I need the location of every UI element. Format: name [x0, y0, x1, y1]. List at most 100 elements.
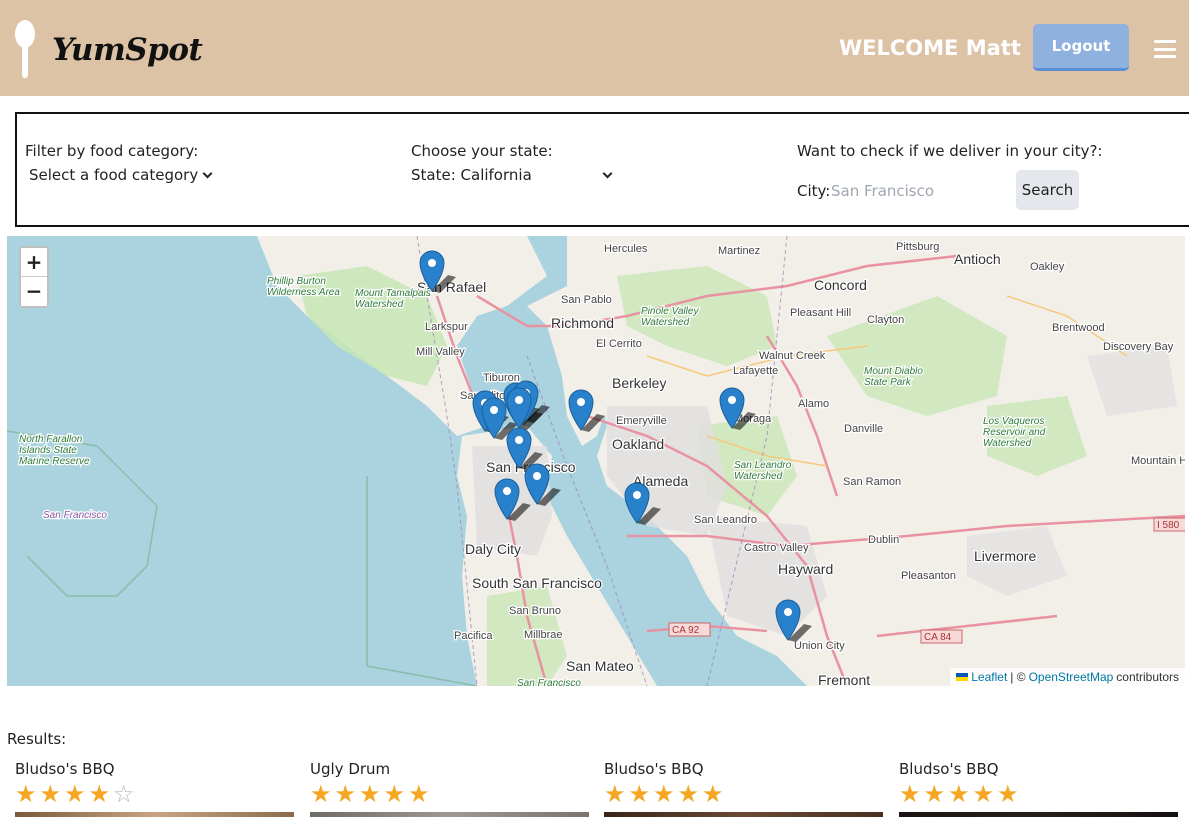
- result-card-title[interactable]: Ugly Drum: [310, 760, 589, 778]
- map-place-label: San Bruno: [509, 605, 561, 617]
- map-tiles[interactable]: San RafaelHercules Martinez PittsburgAntio…: [7, 236, 1185, 686]
- map-place-label: Discovery Bay: [1103, 341, 1174, 353]
- map-place-label: Tiburon: [483, 372, 520, 384]
- map-place-label: Brentwood: [1052, 322, 1105, 334]
- map-place-label: Pleasant Hill: [790, 307, 851, 319]
- map-place-label: San Leandro: [694, 514, 757, 526]
- result-card-image[interactable]: [15, 812, 294, 817]
- map-place-label: San Mateo: [566, 658, 634, 674]
- star-rating: ★ ★ ★ ★ ☆: [15, 782, 294, 806]
- zoom-control: + −: [19, 246, 49, 308]
- map-place-label: Richmond: [551, 315, 614, 331]
- star-filled-icon: ★: [948, 780, 970, 808]
- map-place-label: Mill Valley: [416, 346, 465, 358]
- map-place-label: San Ramon: [843, 476, 901, 488]
- map-place-label: Dublin: [868, 534, 899, 546]
- map-place-label: San Francisco: [43, 510, 107, 521]
- result-card[interactable]: Ugly Drum ★ ★ ★ ★ ★: [310, 760, 589, 817]
- map-place-label: Mountain House: [1131, 455, 1185, 467]
- star-filled-icon: ★: [359, 780, 381, 808]
- attribution-separator: | ©: [1010, 670, 1026, 684]
- map-place-label: Pacifica: [454, 630, 493, 642]
- result-card[interactable]: Bludso's BBQ ★ ★ ★ ★ ★: [899, 760, 1178, 817]
- result-card-image[interactable]: [604, 812, 883, 817]
- results-heading: Results:: [7, 730, 67, 748]
- city-input[interactable]: [831, 180, 1011, 202]
- star-filled-icon: ★: [997, 780, 1019, 808]
- map-place-label: CA 92: [672, 625, 700, 636]
- search-button[interactable]: Search: [1016, 170, 1079, 210]
- category-filter-label: Filter by food category:: [25, 142, 199, 160]
- star-rating: ★ ★ ★ ★ ★: [310, 782, 589, 806]
- star-filled-icon: ★: [310, 780, 332, 808]
- restaurant-map[interactable]: San Rafael Hercules Martinez Pittsburg Antio…: [7, 236, 1185, 686]
- star-filled-icon: ★: [408, 780, 430, 808]
- osm-link[interactable]: OpenStreetMap: [1029, 670, 1114, 684]
- star-filled-icon: ★: [88, 780, 111, 808]
- result-card-image[interactable]: [899, 812, 1178, 817]
- map-place-label: Lafayette: [733, 365, 778, 377]
- state-select[interactable]: State: California: [411, 166, 613, 184]
- map-place-label: Walnut Creek: [759, 350, 826, 362]
- spoon-logo-icon: [15, 20, 35, 78]
- result-card[interactable]: Bludso's BBQ ★ ★ ★ ★ ☆: [15, 760, 294, 817]
- result-card-title[interactable]: Bludso's BBQ: [899, 760, 1178, 778]
- logout-button[interactable]: Logout: [1033, 24, 1129, 71]
- star-filled-icon: ★: [64, 780, 86, 808]
- map-place-label: Millbrae: [524, 629, 563, 641]
- star-filled-icon: ★: [899, 780, 921, 808]
- map-place-label: Livermore: [974, 548, 1036, 564]
- star-filled-icon: ★: [15, 780, 37, 808]
- star-filled-icon: ★: [923, 780, 946, 808]
- city-check-label: Want to check if we deliver in your city…: [797, 142, 1103, 160]
- map-place-label: Castro Valley: [744, 542, 809, 554]
- zoom-out-button[interactable]: −: [21, 277, 47, 306]
- map-place-label: San Pablo: [561, 294, 612, 306]
- zoom-in-button[interactable]: +: [21, 248, 47, 277]
- map-place-label: Clayton: [867, 314, 904, 326]
- star-filled-icon: ★: [653, 780, 675, 808]
- star-rating: ★ ★ ★ ★ ★: [899, 782, 1178, 806]
- star-filled-icon: ★: [628, 780, 651, 808]
- leaflet-link[interactable]: Leaflet: [971, 670, 1007, 684]
- map-place-label: CA 84: [924, 632, 952, 643]
- star-empty-icon: ☆: [113, 780, 135, 808]
- result-card-title[interactable]: Bludso's BBQ: [15, 760, 294, 778]
- star-filled-icon: ★: [972, 780, 995, 808]
- city-field-label: City:: [797, 182, 831, 200]
- top-header: YumSpot WELCOME Matt Logout: [0, 0, 1189, 96]
- result-card-title[interactable]: Bludso's BBQ: [604, 760, 883, 778]
- map-place-label: Alamo: [798, 398, 829, 410]
- hamburger-menu-icon[interactable]: [1154, 40, 1176, 58]
- map-attribution: Leaflet | © OpenStreetMap contributors: [950, 668, 1185, 686]
- ukraine-flag-icon: [956, 673, 969, 681]
- map-place-label: Martinez: [718, 245, 760, 257]
- map-place-label: Emeryville: [616, 415, 667, 427]
- map-place-label: Concord: [814, 277, 867, 293]
- map-place-label: Berkeley: [612, 375, 666, 391]
- star-filled-icon: ★: [604, 780, 626, 808]
- chevron-down-icon: [602, 168, 613, 178]
- map-place-label: Daly City: [465, 541, 521, 557]
- map-place-label: El Cerrito: [596, 338, 642, 350]
- welcome-message: WELCOME Matt: [839, 36, 1021, 60]
- map-place-label: Oakland: [612, 436, 664, 452]
- map-place-label: Danville: [844, 423, 883, 435]
- star-filled-icon: ★: [702, 780, 724, 808]
- star-filled-icon: ★: [334, 780, 357, 808]
- result-card-image[interactable]: [310, 812, 589, 817]
- category-select[interactable]: Select a food category: [29, 166, 213, 184]
- map-place-label: Antioch: [954, 251, 1001, 267]
- star-rating: ★ ★ ★ ★ ★: [604, 782, 883, 806]
- map-place-label: Fremont: [818, 672, 870, 686]
- map-place-label: South San Francisco: [472, 575, 602, 591]
- map-place-label: Oakley: [1030, 261, 1065, 273]
- category-select-value: Select a food category: [29, 166, 199, 184]
- result-card[interactable]: Bludso's BBQ ★ ★ ★ ★ ★: [604, 760, 883, 817]
- map-place-label: Larkspur: [425, 321, 468, 333]
- map-place-label: Pleasanton: [901, 570, 956, 582]
- star-filled-icon: ★: [383, 780, 406, 808]
- brand-logo[interactable]: YumSpot: [52, 32, 203, 68]
- chevron-down-icon: [202, 168, 213, 178]
- map-place-label: San Francisco: [517, 678, 581, 686]
